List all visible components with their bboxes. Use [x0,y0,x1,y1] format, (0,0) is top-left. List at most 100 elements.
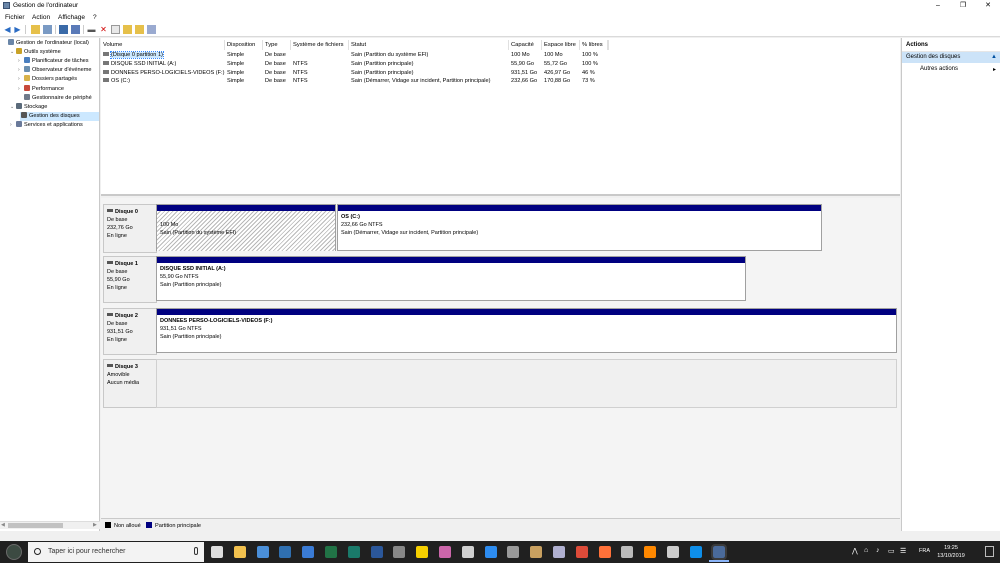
table-row[interactable]: OS (C:) Simple De base NTFS Sain (Démarrer, … [101,77,721,86]
column-header[interactable]: Capacité [509,40,542,50]
tree-item[interactable]: › Services et applications [0,120,83,130]
paint-icon[interactable] [461,546,474,558]
menu-fichier[interactable]: Fichier [5,14,25,21]
connect-drive-icon[interactable]: ▬ [87,25,96,34]
partition-block[interactable]: DISQUE SSD INITIAL (A:) 55,90 Go NTFS Sain… [156,256,746,301]
volume-icon [103,69,109,74]
menu-affichage[interactable]: Affichage [58,14,85,21]
table-row[interactable]: DISQUE SSD INITIAL (A:) Simple De base NTFS… [101,60,721,69]
language-indicator[interactable]: FRA [919,548,930,554]
column-header[interactable]: Volume [101,40,225,50]
tree-item-label: Gestion de l'ordinateur (local) [16,40,89,46]
refresh-icon[interactable] [147,25,156,34]
taskbar-search[interactable]: Taper ici pour rechercher [28,542,204,562]
close-button[interactable]: ✕ [976,0,1000,12]
excel-icon[interactable] [325,546,337,558]
help-icon[interactable] [71,25,80,34]
back-icon[interactable]: ◀ [3,25,12,34]
forward-icon[interactable]: ▶ [13,25,22,34]
media-player-icon[interactable] [507,546,520,558]
partition-block[interactable]: 100 Mo Sain (Partition du système EFI) [156,204,336,251]
teamviewer-icon[interactable] [689,546,702,558]
scroll-left-icon[interactable]: ◀ [1,522,5,528]
tools-icon[interactable] [530,546,543,558]
chrome-icon[interactable] [575,546,588,558]
disk-label-3[interactable]: Disque 3 Amovible Aucun média [103,359,157,408]
tree-horizontal-scrollbar[interactable]: ◀ ▶ [0,521,100,529]
tree-item[interactable]: ⌄ Stockage [0,102,47,112]
actions-section-disk-management[interactable]: Gestion des disques ▲ [902,52,1000,63]
menu-action[interactable]: Action [32,14,50,21]
tree-item[interactable]: Gestion des disques [20,111,99,121]
picasa-icon[interactable] [439,546,451,558]
notification-center-icon[interactable] [985,546,994,557]
column-header[interactable]: Statut [349,40,509,50]
table-row[interactable]: (Disque 0 partition 1) Simple De base Sain … [101,51,721,60]
firefox-icon[interactable] [598,546,611,558]
mail-icon[interactable] [256,546,269,558]
file-explorer-icon[interactable] [233,546,246,558]
show-hidden-icons-icon[interactable]: ⋀ [852,547,858,555]
m-app-icon[interactable] [279,546,292,558]
word-icon[interactable] [370,546,383,558]
other-actions-link[interactable]: Autres actions [920,66,958,72]
clock[interactable]: 19:25 13/10/2019 [930,544,972,560]
tree-item[interactable]: › Dossiers partagés [0,75,77,84]
keyboard-icon[interactable]: ☰ [900,547,906,555]
column-header[interactable]: Disposition [225,40,263,50]
column-header[interactable]: Système de fichiers [291,40,349,50]
tree-item[interactable]: › Observateur d'événeme [0,66,92,75]
task-view-icon[interactable] [211,546,223,558]
show-hide-tree-icon[interactable] [43,25,52,34]
table-cell: NTFS [293,60,308,67]
tree-item[interactable]: ⌄ Outils système [0,48,61,57]
media-icon[interactable] [393,546,406,558]
column-header[interactable]: Espace libre [542,40,580,50]
column-header[interactable]: Type [263,40,291,50]
spreadsheet-icon[interactable] [667,546,679,558]
open-icon[interactable] [123,25,132,34]
column-header[interactable]: % libres [580,40,608,50]
menu-help[interactable]: ? [93,14,97,21]
table-row[interactable]: DONNEES PERSO-LOGICIELS-VIDEOS (F:) Simpl… [101,69,721,78]
tree-item[interactable]: › Planificateur de tâches [0,57,89,66]
partition-block[interactable]: DONNEES PERSO-LOGICIELS-VIDEOS (F:) 931,5… [156,308,897,353]
network-icon[interactable]: ⌂ [864,547,868,554]
tree-node-icon [24,84,30,91]
properties-icon[interactable] [59,25,68,34]
photos-icon[interactable] [302,546,315,558]
itunes-icon[interactable] [553,546,565,558]
explore-icon[interactable] [135,25,144,34]
volume-icon[interactable]: ♪ [876,547,880,554]
monitor-icon[interactable] [621,546,634,558]
tree-item[interactable]: Gestionnaire de périphé [0,93,92,103]
microphone-icon[interactable] [194,547,198,555]
clock-time: 19:25 [944,545,958,551]
scrollbar-thumb[interactable] [8,523,63,528]
disk-label-1[interactable]: Disque 1 De base 55,90 Go En ligne [103,256,157,303]
tree-item[interactable]: Gestion de l'ordinateur (local) [0,39,89,48]
up-folder-icon[interactable] [31,25,40,34]
format-icon[interactable] [111,25,120,34]
disk-label-2[interactable]: Disque 2 De base 931,51 Go En ligne [103,308,157,355]
disk-label-0[interactable]: Disque 0 De base 232,76 Go En ligne [103,204,157,253]
disk-icon [107,261,113,264]
vlc-icon[interactable] [644,546,657,558]
maximize-button[interactable]: ❐ [951,0,975,12]
start-button[interactable] [6,544,22,560]
minimize-button[interactable]: – [926,0,950,12]
publisher-icon[interactable] [347,546,360,558]
table-cell: Simple [227,78,245,85]
submenu-arrow-icon: ▸ [992,67,996,73]
computer-management-icon[interactable] [708,544,729,562]
scroll-right-icon[interactable]: ▶ [93,522,97,528]
battery-icon[interactable]: ▭ [888,547,895,555]
collapse-arrow-icon[interactable]: ▲ [991,54,997,60]
tree-node-icon [21,111,27,118]
table-cell: 55,72 Go [544,60,568,67]
partition-block[interactable]: OS (C:) 232,66 Go NTFS Sain (Démarrer, Vid… [337,204,822,251]
tree-item[interactable]: › Performance [0,84,64,94]
store-icon[interactable] [484,546,497,558]
delete-icon[interactable]: ✕ [99,25,108,34]
sticky-notes-icon[interactable] [416,546,429,558]
